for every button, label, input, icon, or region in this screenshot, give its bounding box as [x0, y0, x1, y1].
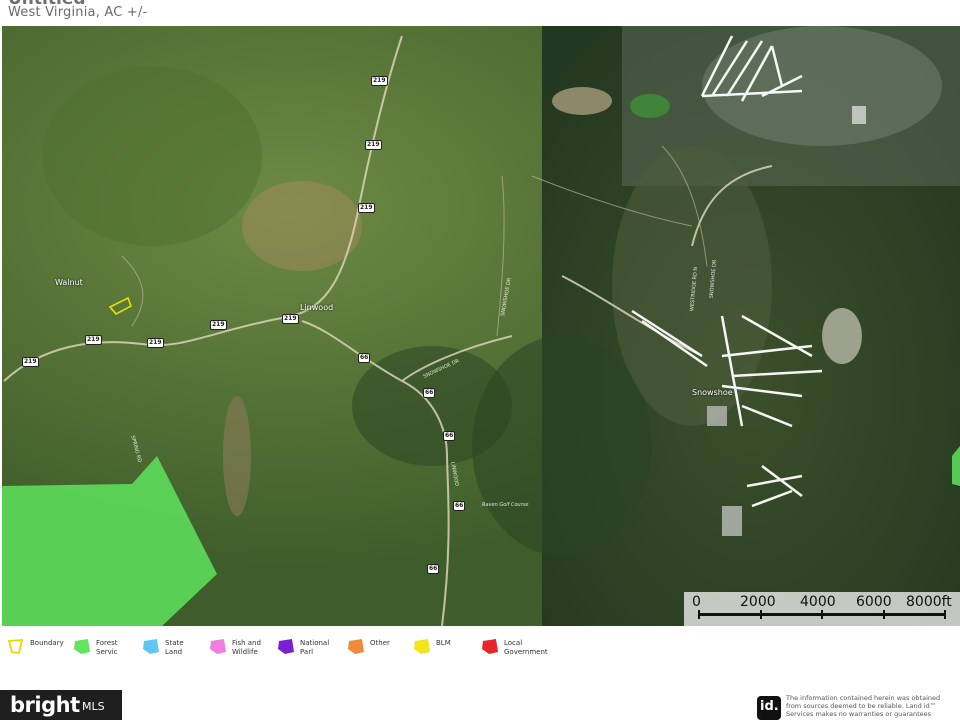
bright-mls-text: MLS [82, 700, 105, 713]
forest-service-icon [74, 639, 90, 654]
fish-wildlife-icon [210, 639, 226, 654]
disclaimer-text: The information contained herein was obt… [786, 694, 941, 718]
route-66-shield: 66 [453, 501, 466, 511]
route-219-shield: 219 [85, 335, 102, 345]
route-219-shield: 219 [210, 320, 227, 330]
legend-label: Boundary [30, 639, 64, 647]
bright-logo-text: bright [10, 693, 80, 717]
scale-tick [698, 610, 700, 619]
legend-label: National Parl [300, 639, 330, 656]
place-label-linwood: Linwood [300, 303, 334, 312]
state-land-icon [143, 639, 159, 654]
local-government-icon [482, 639, 498, 654]
route-219-shield: 219 [371, 76, 388, 86]
legend-label: State Land [165, 639, 184, 656]
scale-label: 2000 [740, 594, 776, 610]
place-label-walnut: Walnut [55, 278, 83, 287]
route-66-shield: 66 [423, 388, 436, 398]
header: Untitled West Virginia, AC +/- [0, 0, 960, 26]
scale-tick [883, 610, 885, 619]
scale-tick [944, 610, 946, 619]
legend-label: Other [370, 639, 390, 647]
legend: Boundary Forest Servic State Land Fish a… [0, 634, 960, 664]
golf-course-label: Raven Golf Course [482, 502, 529, 508]
scale-label: 8000ft [906, 594, 952, 610]
satellite-map[interactable]: Walnut Linwood Snowshoe 219 219 219 219 … [2, 26, 960, 626]
scale-label: 0 [692, 594, 701, 610]
route-219-shield: 219 [282, 314, 299, 324]
route-219-shield: 219 [365, 140, 382, 150]
legend-label: Fish and Wildlife [232, 639, 261, 656]
national-park-icon [278, 639, 294, 654]
route-219-shield: 219 [147, 338, 164, 348]
legend-label: BLM [436, 639, 451, 647]
boundary-outline-icon [7, 639, 24, 655]
place-label-snowshoe: Snowshoe [692, 388, 733, 397]
listing-subtitle: West Virginia, AC +/- [8, 5, 148, 20]
route-66-shield: 66 [358, 353, 371, 363]
legend-label: Local Government [504, 639, 548, 656]
bright-mls-logo: bright MLS [0, 690, 122, 720]
scale-label: 4000 [800, 594, 836, 610]
land-id-logo-text: id. [760, 699, 779, 714]
route-219-shield: 219 [22, 357, 39, 367]
scale-bar: 0 2000 4000 6000 8000ft [684, 592, 960, 626]
other-icon [348, 639, 364, 654]
legend-label: Forest Servic [96, 639, 118, 656]
footer: bright MLS id. The information contained… [0, 686, 960, 720]
blm-icon [414, 639, 430, 654]
route-219-shield: 219 [358, 203, 375, 213]
route-66-shield: 66 [427, 564, 440, 574]
satellite-imagery [2, 26, 960, 626]
scale-label: 6000 [856, 594, 892, 610]
scale-tick [821, 610, 823, 619]
scale-tick [760, 610, 762, 619]
route-66-shield: 66 [443, 431, 456, 441]
land-id-logo: id. [757, 696, 781, 720]
